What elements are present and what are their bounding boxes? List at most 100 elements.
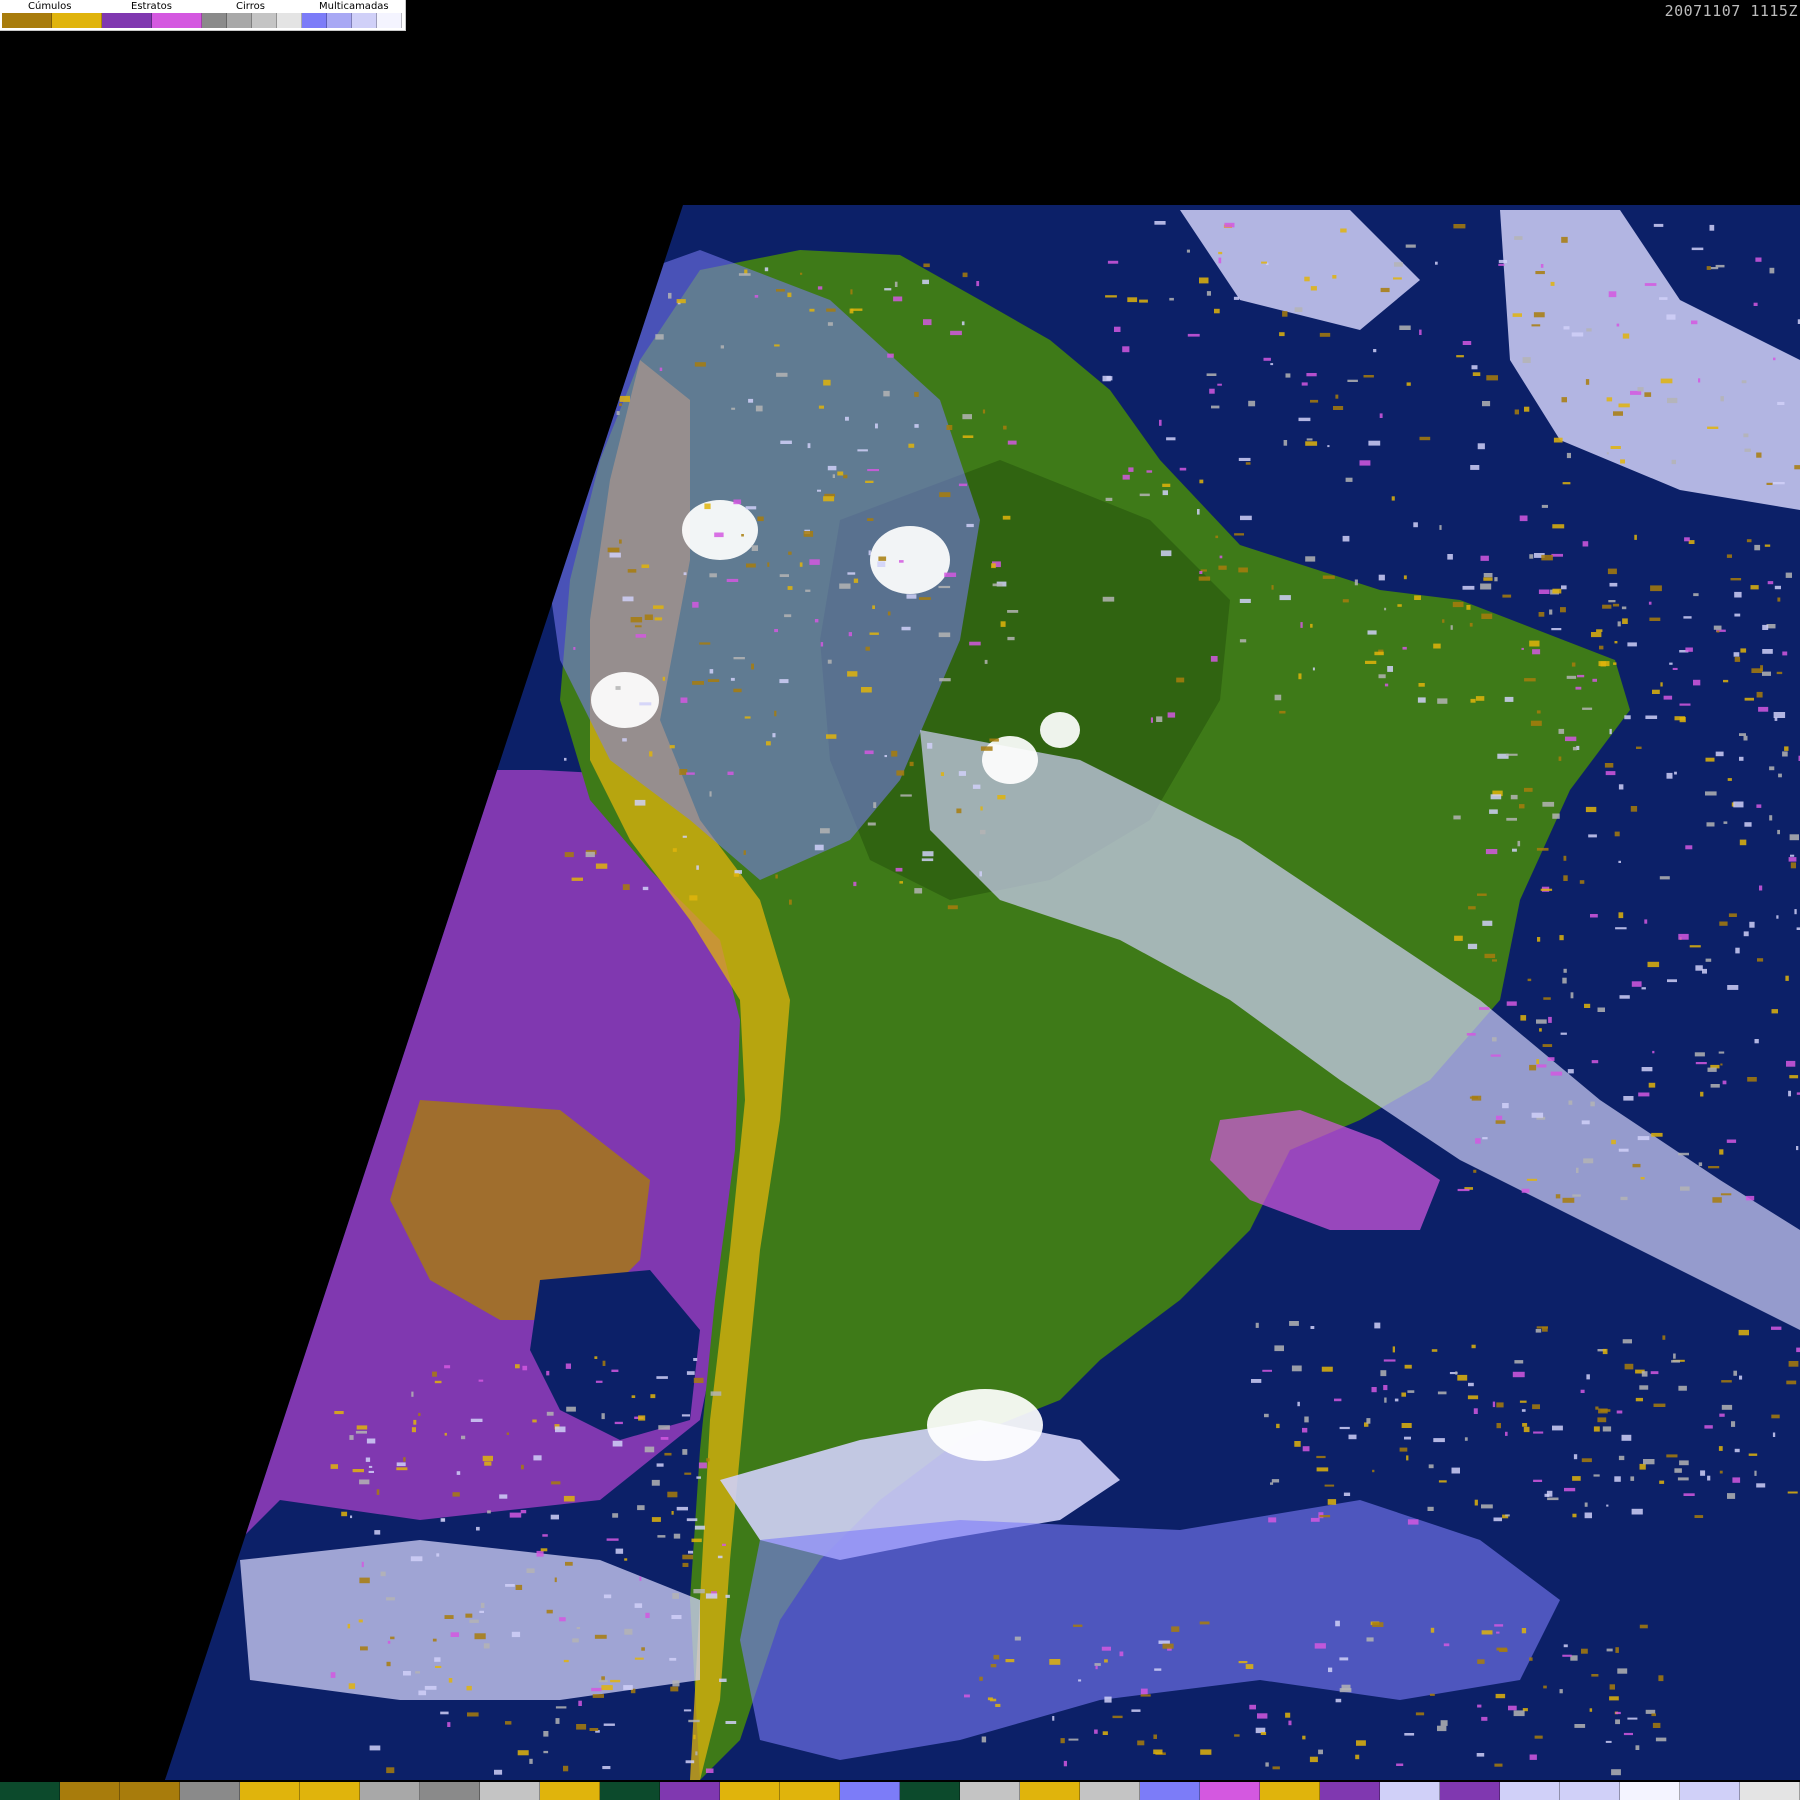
cloud-speckle bbox=[1540, 264, 1544, 268]
cloud-speckle bbox=[1531, 1112, 1544, 1118]
cloud-speckle bbox=[693, 1358, 698, 1361]
cloud-speckle bbox=[1756, 691, 1763, 698]
cloud-speckle bbox=[386, 1597, 395, 1601]
cloud-speckle bbox=[1485, 849, 1498, 855]
cloud-speckle bbox=[551, 1481, 561, 1485]
cloud-speckle bbox=[1342, 599, 1349, 603]
color-strip-cell bbox=[420, 1782, 480, 1800]
cloud-speckle bbox=[1672, 667, 1678, 670]
cloud-speckle bbox=[727, 771, 734, 775]
cloud-speckle bbox=[848, 632, 852, 637]
cloud-speckle bbox=[1107, 260, 1119, 264]
cloud-speckle bbox=[820, 828, 830, 834]
cloud-speckle bbox=[1249, 1704, 1256, 1710]
cloud-speckle bbox=[1615, 1647, 1619, 1653]
cloud-speckle bbox=[689, 895, 698, 901]
cloud-speckle bbox=[1620, 1196, 1628, 1201]
cloud-speckle bbox=[1294, 307, 1303, 312]
cloud-speckle bbox=[1691, 320, 1698, 325]
cloud-speckle bbox=[1339, 1426, 1350, 1430]
cloud-speckle bbox=[989, 738, 999, 742]
amazon-cloud-core-3 bbox=[591, 672, 659, 728]
cloud-speckle bbox=[1598, 661, 1610, 667]
cloud-speckle bbox=[1345, 477, 1353, 482]
cloud-speckle bbox=[1700, 1470, 1706, 1476]
cloud-speckle bbox=[914, 888, 923, 894]
cloud-speckle bbox=[1599, 645, 1604, 650]
cloud-speckle bbox=[1694, 1515, 1704, 1518]
cloud-speckle bbox=[638, 1415, 646, 1421]
cloud-speckle bbox=[1637, 387, 1644, 392]
cloud-speckle bbox=[1510, 794, 1518, 800]
cloud-speckle bbox=[669, 1657, 677, 1661]
cloud-speckle bbox=[774, 710, 777, 717]
cloud-speckle bbox=[726, 578, 739, 582]
cloud-speckle bbox=[814, 619, 819, 623]
cloud-speckle bbox=[1156, 716, 1163, 722]
cloud-speckle bbox=[1493, 1517, 1502, 1522]
cloud-speckle bbox=[1492, 959, 1497, 962]
cloud-speckle bbox=[386, 1767, 395, 1774]
cloud-speckle bbox=[452, 1492, 460, 1497]
cloud-speckle bbox=[1366, 1418, 1371, 1424]
cloud-speckle bbox=[939, 492, 951, 498]
cloud-speckle bbox=[1727, 985, 1739, 990]
cloud-speckle bbox=[1644, 283, 1657, 286]
cloud-speckle bbox=[1482, 401, 1491, 407]
cloud-speckle bbox=[995, 1703, 1001, 1707]
cloud-speckle bbox=[1618, 1455, 1625, 1461]
cloud-speckle bbox=[1450, 625, 1453, 630]
cloud-speckle bbox=[1674, 771, 1677, 775]
color-strip-cell bbox=[840, 1782, 900, 1800]
cloud-speckle bbox=[1649, 617, 1661, 621]
cloud-speckle bbox=[1162, 490, 1168, 496]
cloud-speckle bbox=[1484, 953, 1496, 959]
cloud-speckle bbox=[1730, 578, 1742, 581]
cloud-speckle bbox=[1234, 533, 1244, 536]
cloud-speckle bbox=[1562, 482, 1571, 485]
cloud-speckle bbox=[554, 1577, 557, 1583]
cloud-speckle bbox=[1643, 1459, 1655, 1465]
cloud-speckle bbox=[1767, 581, 1774, 585]
cloud-speckle bbox=[1719, 1470, 1723, 1474]
cloud-speckle bbox=[1456, 355, 1464, 358]
cloud-speckle bbox=[673, 1533, 681, 1539]
legend-swatch bbox=[152, 13, 202, 28]
cloud-speckle bbox=[709, 573, 717, 578]
cloud-speckle bbox=[1316, 1467, 1329, 1472]
cloud-speckle bbox=[878, 556, 887, 561]
cloud-speckle bbox=[679, 769, 688, 775]
cloud-speckle bbox=[1302, 1427, 1308, 1433]
cloud-speckle bbox=[589, 1728, 599, 1731]
cloud-speckle bbox=[521, 1464, 524, 1470]
cloud-speckle bbox=[989, 1698, 997, 1702]
cloud-speckle bbox=[440, 1518, 446, 1522]
legend-swatch bbox=[277, 13, 302, 28]
cloud-speckle bbox=[1306, 438, 1313, 441]
cloud-speckle bbox=[1529, 640, 1540, 647]
color-strip-cell bbox=[1020, 1782, 1080, 1800]
cloud-speckle bbox=[1777, 597, 1781, 602]
cloud-speckle bbox=[1555, 1194, 1561, 1199]
cloud-speckle bbox=[1782, 651, 1788, 656]
cloud-speckle bbox=[612, 1513, 619, 1518]
cloud-speckle bbox=[1380, 287, 1390, 293]
cloud-speckle bbox=[1718, 1051, 1725, 1054]
cloud-speckle bbox=[1562, 977, 1567, 984]
cloud-speckle bbox=[1562, 1654, 1572, 1657]
cloud-speckle bbox=[1588, 834, 1597, 838]
cloud-speckle bbox=[895, 867, 903, 872]
cloud-speckle bbox=[1739, 733, 1746, 736]
cloud-speckle bbox=[683, 1709, 692, 1712]
cloud-speckle bbox=[1641, 1371, 1648, 1377]
cloud-speckle bbox=[1119, 1651, 1124, 1657]
cloud-speckle bbox=[818, 405, 824, 409]
cloud-speckle bbox=[645, 1612, 650, 1618]
cloud-speckle bbox=[692, 681, 704, 685]
cloud-speckle bbox=[470, 1418, 483, 1422]
cloud-speckle bbox=[1314, 1643, 1326, 1649]
cloud-speckle bbox=[1255, 1322, 1259, 1328]
cloud-speckle bbox=[1548, 1016, 1552, 1023]
cloud-speckle bbox=[1257, 1713, 1268, 1719]
cloud-speckle bbox=[572, 1638, 579, 1643]
